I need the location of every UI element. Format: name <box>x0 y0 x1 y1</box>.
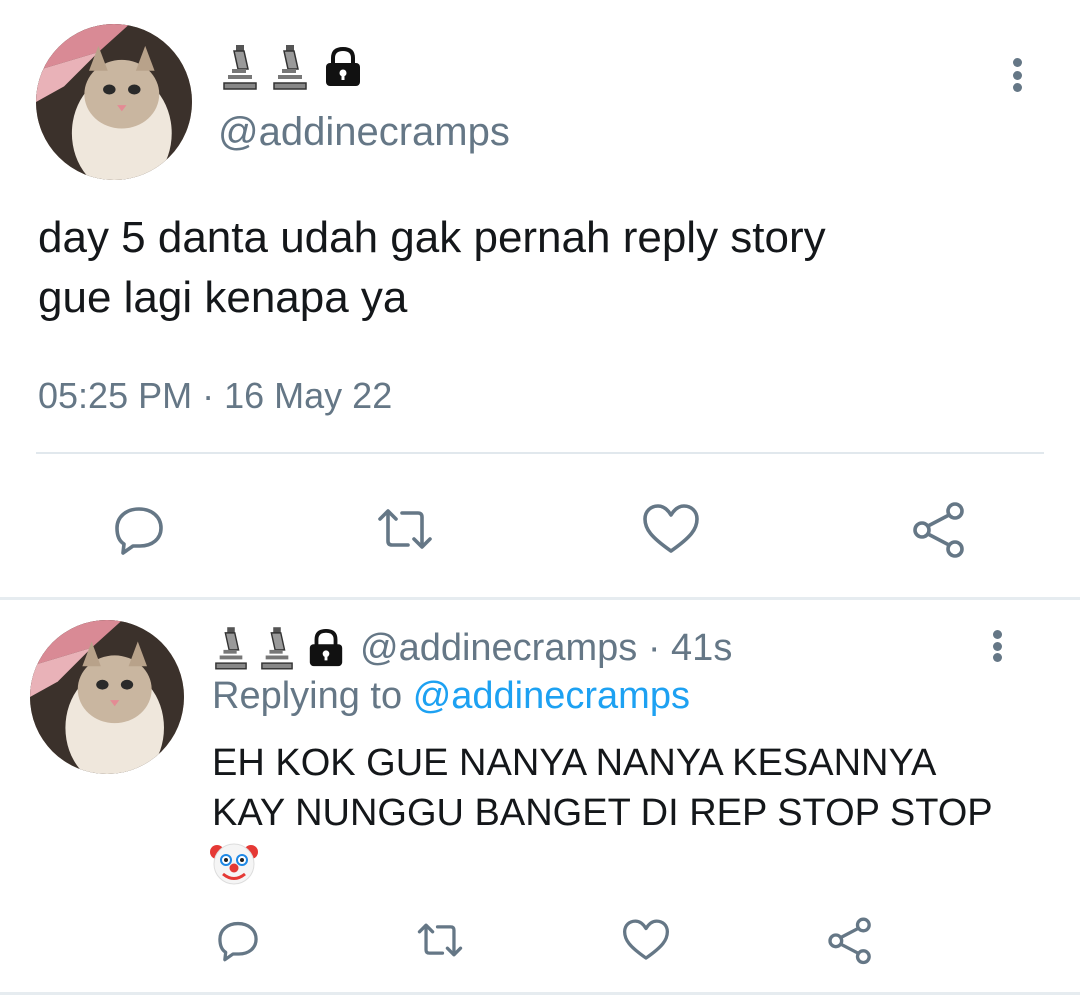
share-button[interactable] <box>904 494 974 564</box>
reply-more-options-icon[interactable] <box>990 630 1004 662</box>
reply-meta: @addinecramps · 41s <box>360 627 732 670</box>
microscope-icon <box>223 45 257 90</box>
microscope-icon <box>261 627 293 670</box>
tweet-text-line-1: day 5 danta udah gak pernah reply story <box>38 213 826 262</box>
replying-to: Replying to @addinecramps <box>212 675 690 718</box>
timestamp-separator: · <box>202 375 215 416</box>
divider <box>36 452 1044 454</box>
reply-icon <box>115 507 163 555</box>
name-emoji-row <box>222 42 364 92</box>
reply-avatar[interactable] <box>30 620 184 774</box>
tweet-date: 16 May 22 <box>224 375 393 416</box>
bottom-divider <box>0 992 1080 995</box>
cat-photo <box>36 24 192 180</box>
retweet-icon <box>417 923 463 957</box>
reply-retweet-button[interactable] <box>410 910 470 970</box>
reply-handle[interactable]: @addinecramps <box>360 627 637 669</box>
cat-photo <box>30 620 184 774</box>
replying-to-handle[interactable]: @addinecramps <box>413 675 690 717</box>
reply-button[interactable] <box>104 494 174 564</box>
like-icon <box>623 919 669 960</box>
avatar[interactable] <box>36 24 192 180</box>
share-icon <box>828 917 871 965</box>
reply-like-button[interactable] <box>616 910 676 970</box>
tweet-text-line-2: gue lagi kenapa ya <box>38 273 408 322</box>
reply-share-button[interactable] <box>820 910 880 970</box>
section-divider <box>0 597 1080 600</box>
retweet-icon <box>378 509 432 549</box>
reply-text-line-2: KAY NUNGGU BANGET DI REP STOP STOP <box>212 792 993 834</box>
reply-reply-button[interactable] <box>208 910 268 970</box>
lock-icon <box>326 46 360 86</box>
microscope-icon <box>273 45 307 90</box>
reply-icon <box>218 921 258 962</box>
user-handle[interactable]: @addinecramps <box>218 110 510 155</box>
like-icon <box>643 504 699 553</box>
lock-icon <box>309 628 343 667</box>
share-icon <box>913 502 964 558</box>
tweet-timestamp: 05:25 PM · 16 May 22 <box>38 375 392 417</box>
microscope-icon <box>215 627 247 670</box>
reply-meta-separator: · <box>647 626 661 669</box>
retweet-button[interactable] <box>370 494 440 564</box>
more-options-icon[interactable] <box>1010 58 1024 92</box>
tweet-time: 05:25 PM <box>38 375 193 416</box>
tweet-text: day 5 danta udah gak pernah reply story … <box>38 208 1048 328</box>
clown-face-icon <box>210 838 258 886</box>
reply-age: 41s <box>671 626 733 669</box>
replying-prefix: Replying to <box>212 675 403 717</box>
reply-header: @addinecramps · 41s <box>214 622 732 674</box>
reply-text-line-1: EH KOK GUE NANYA NANYA KESANNYA <box>212 742 937 784</box>
reply-text: EH KOK GUE NANYA NANYA KESANNYA KAY NUNG… <box>212 738 1062 838</box>
like-button[interactable] <box>636 494 706 564</box>
